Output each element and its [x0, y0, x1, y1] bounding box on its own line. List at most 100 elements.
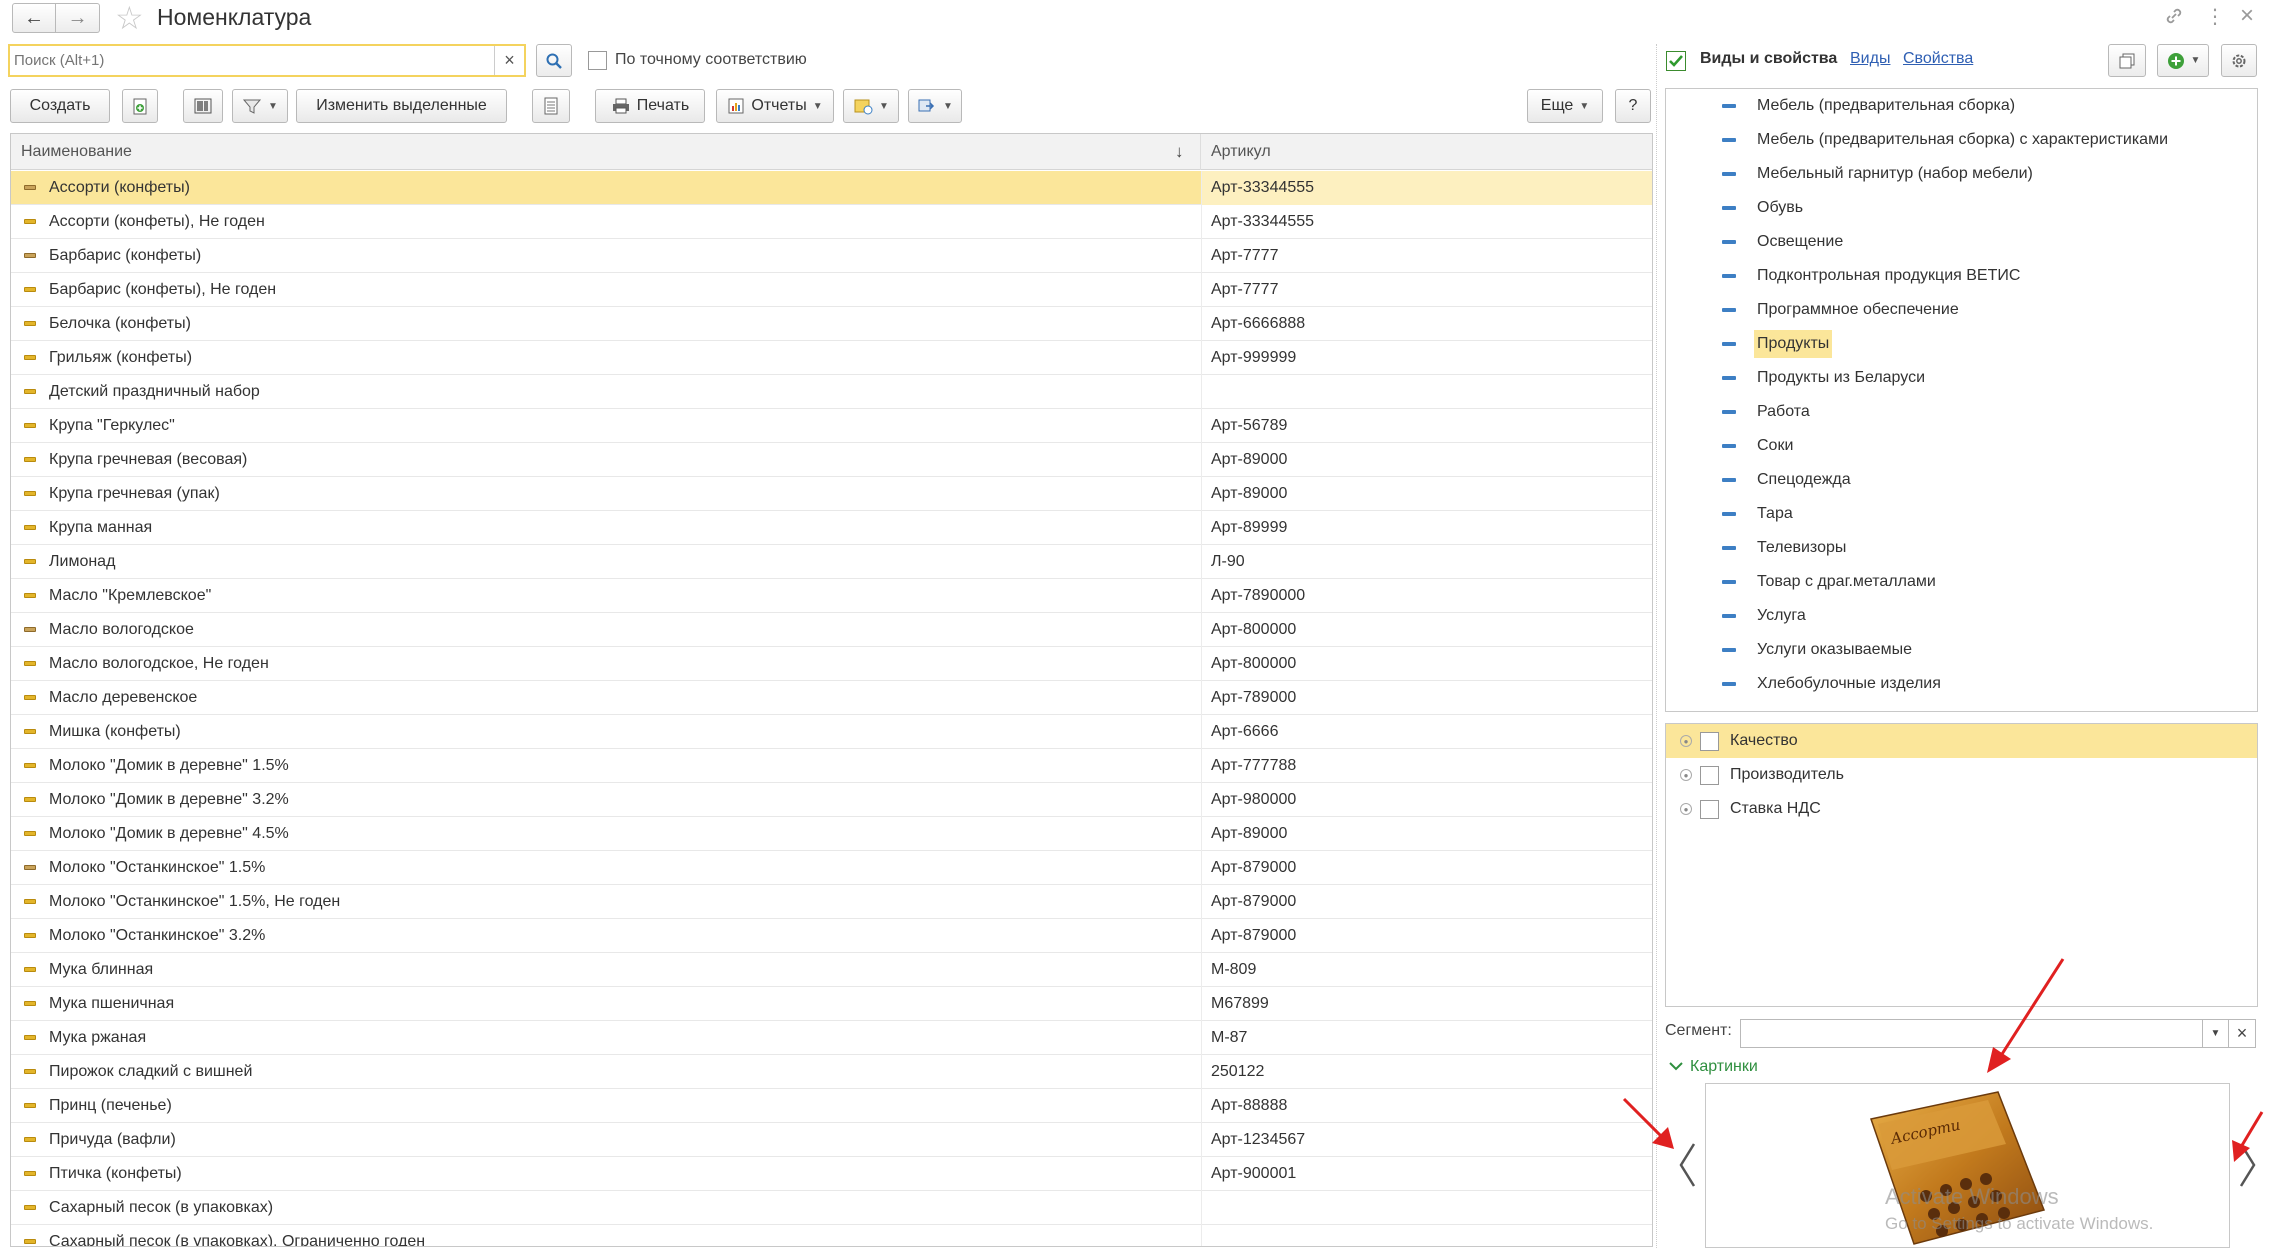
expand-icon[interactable]: ● — [1680, 803, 1692, 815]
kind-item[interactable]: Товар с драг.металлами — [1666, 565, 2257, 599]
table-row[interactable]: Мука пшеничная М67899 — [11, 987, 1652, 1021]
forward-button[interactable]: → — [56, 3, 100, 33]
kinds-link[interactable]: Виды — [1850, 50, 1890, 68]
cell-name: Ассорти (конфеты) — [49, 179, 190, 196]
table-row[interactable]: Ассорти (конфеты), Не годен Арт-33344555 — [11, 205, 1652, 239]
kind-item[interactable]: Работа — [1666, 395, 2257, 429]
table-row[interactable]: Сахарный песок (в упаковках), Ограниченн… — [11, 1225, 1652, 1246]
exchange-button[interactable]: ▼ — [908, 89, 962, 123]
property-checkbox[interactable] — [1700, 800, 1719, 819]
close-icon[interactable]: × — [2240, 2, 2254, 30]
segment-input[interactable] — [1740, 1019, 2203, 1048]
create-based-on-button[interactable]: ▼ — [843, 89, 899, 123]
expand-icon[interactable]: ● — [1680, 735, 1692, 747]
kinds-properties-checkbox[interactable] — [1666, 51, 1686, 71]
table-row[interactable]: Масло вологодское Арт-800000 — [11, 613, 1652, 647]
table-row[interactable]: Молоко "Домик в деревне" 3.2% Арт-980000 — [11, 783, 1652, 817]
property-item[interactable]: ● Качество — [1666, 724, 2257, 758]
copy-view-button[interactable] — [2108, 44, 2146, 77]
column-header-article[interactable]: Артикул — [1201, 134, 1652, 170]
kind-item[interactable]: Спецодежда — [1666, 463, 2257, 497]
kind-item[interactable]: Услуга — [1666, 599, 2257, 633]
help-button[interactable]: ? — [1615, 89, 1651, 123]
table-row[interactable]: Масло "Кремлевское" Арт-7890000 — [11, 579, 1652, 613]
segment-dropdown-button[interactable]: ▼ — [2203, 1019, 2229, 1048]
kind-item[interactable]: Телевизоры — [1666, 531, 2257, 565]
panel-splitter[interactable] — [1656, 44, 1658, 1248]
kind-item[interactable]: Мебель (предварительная сборка) — [1666, 89, 2257, 123]
link-icon[interactable] — [2163, 5, 2185, 33]
table-row[interactable]: Мука ржаная М-87 — [11, 1021, 1652, 1055]
expand-icon[interactable]: ● — [1680, 769, 1692, 781]
column-header-name[interactable]: Наименование — [11, 134, 1201, 170]
kind-item[interactable]: Соки — [1666, 429, 2257, 463]
chevron-down-icon[interactable] — [1668, 1060, 1684, 1072]
table-row[interactable]: Масло вологодское, Не годен Арт-800000 — [11, 647, 1652, 681]
kind-item[interactable]: Мебель (предварительная сборка) с характ… — [1666, 123, 2257, 157]
kind-item[interactable]: Обувь — [1666, 191, 2257, 225]
search-clear-button[interactable]: × — [494, 46, 524, 75]
table-row[interactable]: Мука блинная М-809 — [11, 953, 1652, 987]
table-row[interactable]: Молоко "Домик в деревне" 1.5% Арт-777788 — [11, 749, 1652, 783]
table-row[interactable]: Лимонад Л-90 — [11, 545, 1652, 579]
table-row[interactable]: Крупа гречневая (весовая) Арт-89000 — [11, 443, 1652, 477]
list-settings-button[interactable] — [532, 89, 570, 123]
table-row[interactable]: Молоко "Останкинское" 1.5%, Не годен Арт-… — [11, 885, 1652, 919]
search-button[interactable] — [536, 44, 572, 77]
table-row[interactable]: Детский праздничный набор — [11, 375, 1652, 409]
kind-item[interactable]: Освещение — [1666, 225, 2257, 259]
table-row[interactable]: Принц (печенье) Арт-88888 — [11, 1089, 1652, 1123]
settings-button[interactable] — [2221, 44, 2257, 77]
kind-item[interactable]: Подконтрольная продукция ВЕТИС — [1666, 259, 2257, 293]
table-row[interactable]: Крупа "Геркулес" Арт-56789 — [11, 409, 1652, 443]
table-row[interactable]: Птичка (конфеты) Арт-900001 — [11, 1157, 1652, 1191]
exact-match-checkbox[interactable] — [588, 51, 607, 70]
cell-article: Арт-879000 — [1211, 859, 1297, 876]
copy-create-button[interactable] — [122, 89, 158, 123]
table-row[interactable]: Барбарис (конфеты) Арт-7777 — [11, 239, 1652, 273]
properties-link[interactable]: Свойства — [1903, 50, 1973, 68]
table-row[interactable]: Молоко "Останкинское" 1.5% Арт-879000 — [11, 851, 1652, 885]
table-row[interactable]: Белочка (конфеты) Арт-6666888 — [11, 307, 1652, 341]
kind-item[interactable]: Тара — [1666, 497, 2257, 531]
segment-clear-button[interactable]: × — [2229, 1019, 2256, 1048]
table-row[interactable]: Крупа гречневая (упак) Арт-89000 — [11, 477, 1652, 511]
kind-item[interactable]: Продукты — [1666, 327, 2257, 361]
table-row[interactable]: Мишка (конфеты) Арт-6666 — [11, 715, 1652, 749]
item-icon — [24, 865, 36, 870]
search-input[interactable] — [14, 46, 494, 75]
back-button[interactable]: ← — [12, 3, 56, 33]
kind-item[interactable]: Программное обеспечение — [1666, 293, 2257, 327]
create-button[interactable]: Создать — [10, 89, 110, 123]
table-row[interactable]: Пирожок сладкий с вишней 250122 — [11, 1055, 1652, 1089]
filter-button[interactable]: ▼ — [232, 89, 288, 123]
table-row[interactable]: Ассорти (конфеты) Арт-33344555 — [11, 171, 1652, 205]
property-item[interactable]: ● Производитель — [1666, 758, 2257, 792]
table-row[interactable]: Крупа манная Арт-89999 — [11, 511, 1652, 545]
barcode-button[interactable] — [183, 89, 223, 123]
property-item[interactable]: ● Ставка НДС — [1666, 792, 2257, 826]
table-row[interactable]: Молоко "Домик в деревне" 4.5% Арт-89000 — [11, 817, 1652, 851]
property-checkbox[interactable] — [1700, 732, 1719, 751]
kind-item[interactable]: Хлебобулочные изделия — [1666, 667, 2257, 701]
property-checkbox[interactable] — [1700, 766, 1719, 785]
table-row[interactable]: Масло деревенское Арт-789000 — [11, 681, 1652, 715]
edit-selected-button[interactable]: Изменить выделенные — [296, 89, 507, 123]
cell-article: М-809 — [1211, 961, 1257, 978]
print-button[interactable]: Печать — [595, 89, 705, 123]
add-kind-button[interactable]: ▼ — [2157, 44, 2209, 77]
table-row[interactable]: Грильяж (конфеты) Арт-999999 — [11, 341, 1652, 375]
favorite-star-icon[interactable]: ☆ — [115, 0, 144, 36]
table-row[interactable]: Причуда (вафли) Арт-1234567 — [11, 1123, 1652, 1157]
table-row[interactable]: Сахарный песок (в упаковках) — [11, 1191, 1652, 1225]
kind-item[interactable]: Продукты из Беларуси — [1666, 361, 2257, 395]
cell-article: Арт-33344555 — [1211, 179, 1315, 196]
more-button[interactable]: Еще ▼ — [1527, 89, 1603, 123]
pictures-group-title[interactable]: Картинки — [1690, 1058, 1758, 1076]
kind-item[interactable]: Услуги оказываемые — [1666, 633, 2257, 667]
more-vertical-icon[interactable]: ⋮ — [2205, 4, 2225, 29]
table-row[interactable]: Молоко "Останкинское" 3.2% Арт-879000 — [11, 919, 1652, 953]
table-row[interactable]: Барбарис (конфеты), Не годен Арт-7777 — [11, 273, 1652, 307]
kind-item[interactable]: Мебельный гарнитур (набор мебели) — [1666, 157, 2257, 191]
reports-button[interactable]: Отчеты ▼ — [716, 89, 834, 123]
